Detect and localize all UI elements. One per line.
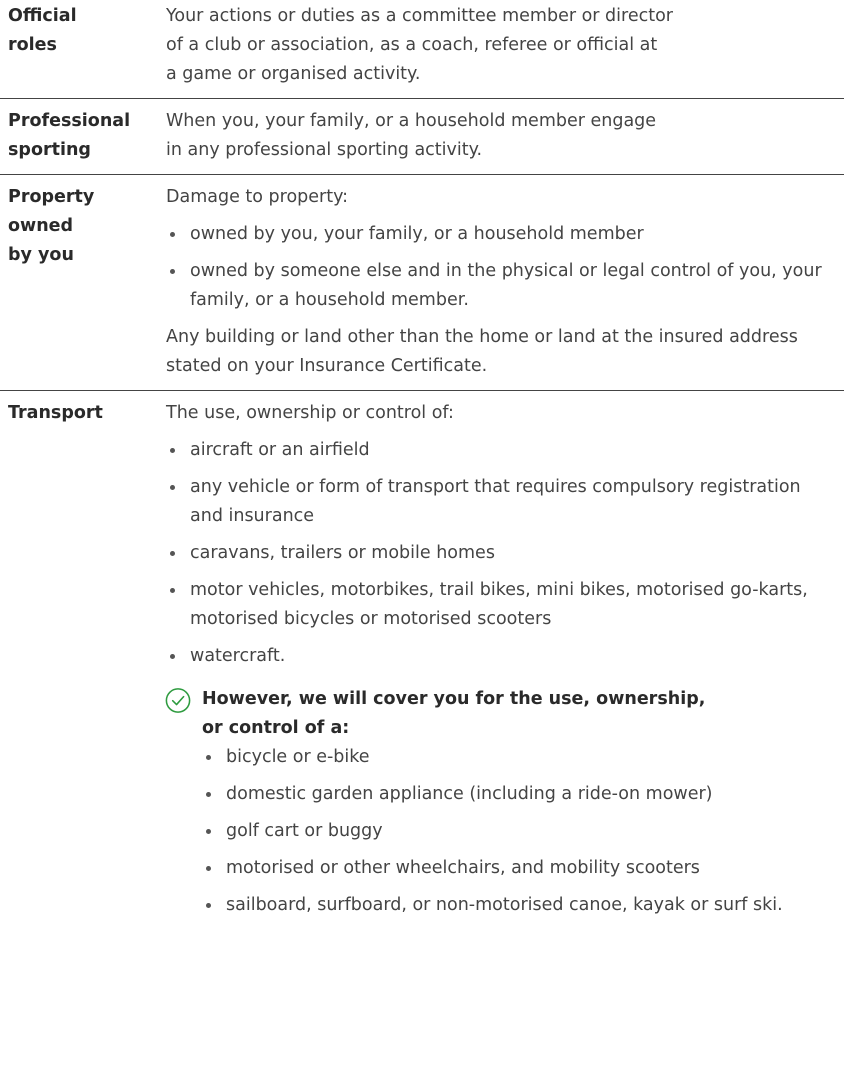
desc-transport: The use, ownership or control of: aircra… — [165, 399, 844, 928]
list-item: watercraft. — [166, 642, 836, 671]
desc-professional-sporting: When you, your family, or a household me… — [166, 107, 844, 165]
list-item: motorised or other wheelchairs, and mobi… — [202, 854, 836, 883]
term-transport: Transport — [8, 403, 103, 423]
desc-line: Your actions or duties as a committee me… — [166, 6, 673, 26]
table-row-official-roles: Official roles Your actions or duties as… — [0, 0, 844, 99]
term-property-owned: Property owned by you — [8, 187, 95, 265]
bullet-list: owned by you, your family, or a househol… — [166, 220, 836, 315]
coverage-note-title: However, we will cover you for the use, … — [202, 689, 706, 738]
desc-line: When you, your family, or a household me… — [166, 111, 657, 131]
coverage-bullet-list: bicycle or e-bike domestic garden applia… — [202, 743, 836, 920]
list-item: bicycle or e-bike — [202, 743, 836, 772]
coverage-note: However, we will cover you for the use, … — [165, 685, 836, 928]
list-item: caravans, trailers or mobile homes — [166, 539, 836, 568]
desc-line: of a club or association, as a coach, re… — [166, 35, 658, 55]
desc-official-roles: Your actions or duties as a committee me… — [166, 2, 844, 89]
list-item: golf cart or buggy — [202, 817, 836, 846]
table-row-professional-sporting: Professional sporting When you, your fam… — [0, 99, 844, 175]
list-item: any vehicle or form of transport that re… — [166, 473, 836, 531]
desc-outro: Any building or land other than the home… — [166, 327, 798, 376]
term-official-roles: Official roles — [8, 6, 77, 55]
exclusions-table: Official roles Your actions or duties as… — [0, 0, 844, 1067]
bullet-list: aircraft or an airfield any vehicle or f… — [166, 436, 836, 671]
desc-property-owned: Damage to property: owned by you, your f… — [166, 183, 844, 381]
list-item: domestic garden appliance (including a r… — [202, 780, 836, 809]
check-circle-icon — [165, 688, 191, 713]
list-item: motor vehicles, motorbikes, trail bikes,… — [166, 576, 836, 634]
desc-intro: Damage to property: — [166, 187, 349, 207]
list-item: owned by someone else and in the physica… — [166, 257, 836, 315]
table-row-transport: Transport The use, ownership or control … — [0, 391, 844, 928]
desc-line: in any professional sporting activity. — [166, 140, 483, 160]
term-professional-sporting: Professional sporting — [8, 111, 131, 160]
coverage-note-body: However, we will cover you for the use, … — [202, 685, 836, 928]
desc-intro: The use, ownership or control of: — [166, 403, 454, 423]
list-item: owned by you, your family, or a househol… — [166, 220, 836, 249]
desc-line: a game or organised activity. — [166, 64, 421, 84]
table-row-property-owned: Property owned by you Damage to property… — [0, 175, 844, 391]
list-item: sailboard, surfboard, or non-motorised c… — [202, 891, 836, 920]
list-item: aircraft or an airfield — [166, 436, 836, 465]
